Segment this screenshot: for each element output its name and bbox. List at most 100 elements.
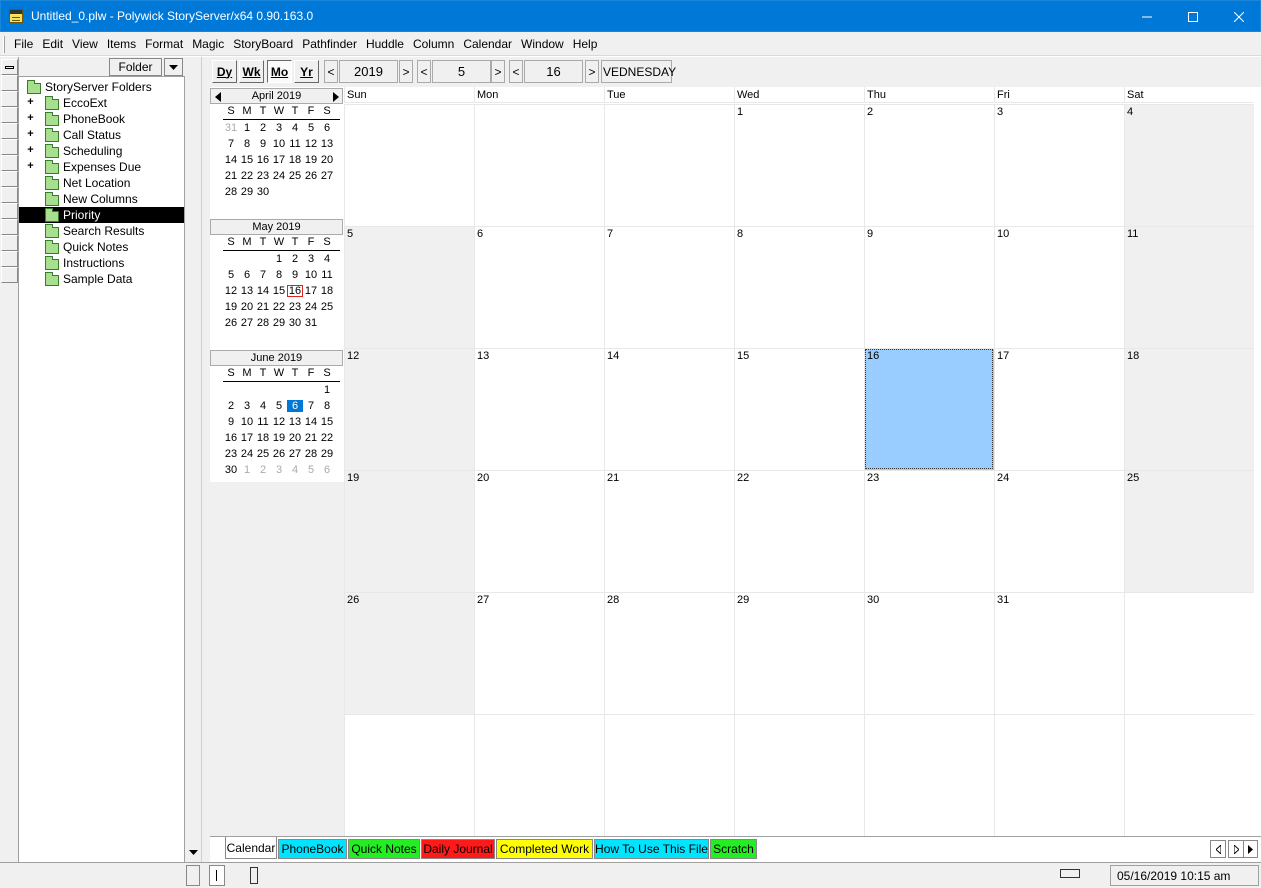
folder-item[interactable]: + Call Status (19, 127, 184, 143)
mini-calendar-day[interactable]: 28 (303, 448, 319, 460)
mini-calendar-day[interactable]: 20 (319, 154, 335, 166)
weekday-field[interactable]: VEDNESDAY (601, 60, 676, 83)
mini-calendar-day[interactable]: 19 (223, 301, 239, 313)
folder-item[interactable]: + Expenses Due (19, 159, 184, 175)
day-cell[interactable]: 7 (604, 226, 734, 348)
menu-items[interactable]: Items (107, 37, 136, 51)
mini-calendar-day[interactable]: 10 (271, 138, 287, 150)
mini-calendar-day[interactable]: 17 (303, 285, 319, 297)
expand-icon[interactable]: + (26, 113, 35, 124)
mini-calendar-day[interactable]: 30 (287, 317, 303, 329)
mini-calendar-day[interactable]: 8 (319, 400, 335, 412)
mini-calendar-day[interactable]: 8 (239, 138, 255, 150)
mini-calendar-day[interactable]: 13 (287, 416, 303, 428)
strip-button[interactable] (1, 251, 18, 267)
view-button-dy[interactable]: Dy (212, 60, 237, 83)
expand-icon[interactable]: + (26, 145, 35, 156)
mini-calendar-day[interactable]: 26 (223, 317, 239, 329)
mini-calendar-day[interactable]: 9 (287, 269, 303, 281)
mini-calendar-day[interactable]: 13 (319, 138, 335, 150)
mini-calendar-day[interactable]: 12 (271, 416, 287, 428)
day-prev-button[interactable]: < (509, 60, 523, 83)
mini-calendar-day[interactable]: 17 (239, 432, 255, 444)
mini-calendar-day[interactable]: 16 (223, 432, 239, 444)
mini-calendar-day[interactable]: 9 (223, 416, 239, 428)
day-cell[interactable] (344, 104, 474, 226)
folder-item[interactable]: StoryServer Folders (19, 79, 184, 95)
day-cell[interactable]: 18 (1124, 348, 1254, 470)
mini-calendar-day[interactable]: 17 (271, 154, 287, 166)
mini-calendar-day[interactable]: 29 (319, 448, 335, 460)
month-prev-button[interactable]: < (417, 60, 431, 83)
mini-calendar-day[interactable]: 24 (271, 170, 287, 182)
day-cell[interactable]: 6 (474, 226, 604, 348)
folder-item[interactable]: + EccoExt (19, 95, 184, 111)
day-cell[interactable] (604, 714, 734, 837)
mini-calendar-day[interactable]: 20 (239, 301, 255, 313)
day-cell[interactable]: 23 (864, 470, 994, 592)
mini-calendar-day[interactable]: 23 (223, 448, 239, 460)
day-cell[interactable] (474, 104, 604, 226)
mini-calendar-day[interactable]: 3 (271, 464, 287, 476)
folder-item[interactable]: Priority (19, 207, 184, 223)
day-cell[interactable]: 20 (474, 470, 604, 592)
day-cell[interactable]: 24 (994, 470, 1124, 592)
day-cell[interactable]: 8 (734, 226, 864, 348)
mini-calendar-day[interactable]: 9 (255, 138, 271, 150)
day-cell[interactable]: 25 (1124, 470, 1254, 592)
minimize-button[interactable] (1124, 1, 1170, 32)
day-cell[interactable]: 15 (734, 348, 864, 470)
month-next-button[interactable]: > (491, 60, 505, 83)
strip-button[interactable] (1, 91, 18, 107)
mini-calendar-day[interactable]: 4 (287, 464, 303, 476)
day-cell[interactable] (994, 714, 1124, 837)
day-cell[interactable]: 5 (344, 226, 474, 348)
mini-calendar-day[interactable]: 21 (255, 301, 271, 313)
day-cell[interactable] (1124, 714, 1254, 837)
mini-calendar-day[interactable]: 2 (223, 400, 239, 412)
folder-item[interactable]: + PhoneBook (19, 111, 184, 127)
folder-item[interactable]: Sample Data (19, 271, 184, 287)
next-month-icon[interactable] (333, 92, 339, 102)
mini-calendar-day[interactable]: 18 (319, 285, 335, 297)
strip-button[interactable] (1, 155, 18, 171)
mini-calendar-day[interactable]: 12 (303, 138, 319, 150)
close-button[interactable] (1216, 1, 1261, 32)
menu-huddle[interactable]: Huddle (366, 37, 404, 51)
menu-column[interactable]: Column (413, 37, 454, 51)
strip-button[interactable] (1, 203, 18, 219)
mini-calendar-day[interactable]: 12 (223, 285, 239, 297)
pane-splitter[interactable] (202, 57, 210, 863)
menu-view[interactable]: View (72, 37, 98, 51)
mini-calendar-day[interactable]: 24 (239, 448, 255, 460)
mini-calendar-day[interactable]: 18 (287, 154, 303, 166)
mini-calendar-day[interactable]: 15 (319, 416, 335, 428)
mini-calendar-day[interactable]: 14 (255, 285, 271, 297)
mini-calendar-day[interactable]: 10 (303, 269, 319, 281)
mini-calendar-day[interactable]: 25 (319, 301, 335, 313)
day-cell[interactable]: 16 (864, 348, 994, 470)
day-cell[interactable]: 28 (604, 592, 734, 714)
folder-item[interactable]: Net Location (19, 175, 184, 191)
day-cell[interactable] (734, 714, 864, 837)
strip-button[interactable] (1, 107, 18, 123)
day-cell[interactable]: 29 (734, 592, 864, 714)
mini-calendar-day[interactable]: 1 (319, 384, 335, 396)
tab-scroll-left-button[interactable] (1210, 840, 1226, 858)
day-cell[interactable] (474, 714, 604, 837)
mini-calendar-day[interactable]: 5 (303, 122, 319, 134)
day-cell[interactable]: 1 (734, 104, 864, 226)
day-cell[interactable]: 14 (604, 348, 734, 470)
mini-calendar-day[interactable]: 30 (255, 186, 271, 198)
day-cell[interactable]: 17 (994, 348, 1124, 470)
mini-calendar-day[interactable]: 2 (255, 464, 271, 476)
mini-calendar-day[interactable]: 19 (271, 432, 287, 444)
scroll-down-icon[interactable] (189, 850, 198, 855)
strip-button[interactable] (1, 267, 18, 283)
view-button-yr[interactable]: Yr (294, 60, 319, 83)
mini-calendar-day[interactable]: 6 (319, 122, 335, 134)
mini-calendar-day[interactable]: 31 (223, 122, 239, 134)
strip-button[interactable] (1, 75, 18, 91)
day-cell[interactable]: 21 (604, 470, 734, 592)
day-cell[interactable]: 27 (474, 592, 604, 714)
